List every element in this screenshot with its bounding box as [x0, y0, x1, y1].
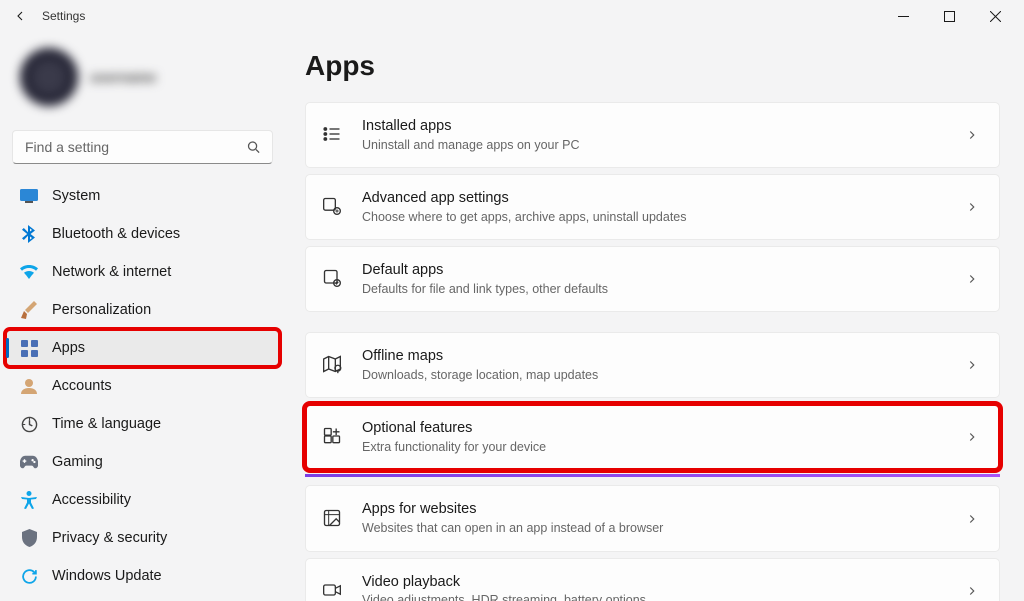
video-icon — [322, 580, 344, 601]
chevron-right-icon — [965, 200, 979, 214]
sidebar-item-accounts[interactable]: Accounts — [6, 368, 279, 404]
window-title: Settings — [42, 9, 85, 23]
card-subtitle: Extra functionality for your device — [362, 439, 965, 455]
sidebar-item-label: Time & language — [52, 416, 161, 432]
card-subtitle: Websites that can open in an app instead… — [362, 520, 965, 536]
chevron-right-icon — [965, 430, 979, 444]
card-title: Default apps — [362, 261, 965, 280]
card-subtitle: Downloads, storage location, map updates — [362, 367, 965, 383]
chevron-right-icon — [965, 358, 979, 372]
chevron-right-icon — [965, 584, 979, 598]
sidebar-item-update[interactable]: Windows Update — [6, 558, 279, 594]
card-title: Apps for websites — [362, 500, 965, 519]
websites-icon — [322, 508, 344, 530]
card-title: Installed apps — [362, 117, 965, 136]
highlight-underline — [305, 474, 1000, 477]
card-subtitle: Video adjustments, HDR streaming, batter… — [362, 592, 965, 601]
sidebar-item-label: Gaming — [52, 454, 103, 470]
sidebar-item-label: Windows Update — [52, 568, 162, 584]
sidebar-item-label: System — [52, 188, 100, 204]
sidebar-item-bluetooth[interactable]: Bluetooth & devices — [6, 216, 279, 252]
sidebar-item-label: Network & internet — [52, 264, 171, 280]
sidebar-item-system[interactable]: System — [6, 178, 279, 214]
title-bar: Settings — [0, 0, 1024, 32]
card-title: Offline maps — [362, 347, 965, 366]
sidebar-item-time[interactable]: Time & language — [6, 406, 279, 442]
clock-icon — [20, 415, 38, 433]
sidebar-item-label: Personalization — [52, 302, 151, 318]
card-offline-maps[interactable]: Offline maps Downloads, storage location… — [305, 332, 1000, 398]
optional-features-icon — [322, 426, 344, 448]
gaming-icon — [20, 453, 38, 471]
page-title: Apps — [305, 50, 1000, 82]
avatar — [20, 48, 78, 106]
bluetooth-icon — [20, 225, 38, 243]
card-apps-for-websites[interactable]: Apps for websites Websites that can open… — [305, 485, 1000, 551]
sidebar-item-apps[interactable]: Apps — [6, 330, 279, 366]
chevron-right-icon — [965, 128, 979, 142]
sidebar-item-label: Apps — [52, 340, 85, 356]
card-title: Advanced app settings — [362, 189, 965, 208]
sidebar-item-personalization[interactable]: Personalization — [6, 292, 279, 328]
card-subtitle: Uninstall and manage apps on your PC — [362, 137, 965, 153]
map-icon — [322, 354, 344, 376]
card-subtitle: Choose where to get apps, archive apps, … — [362, 209, 965, 225]
shield-icon — [20, 529, 38, 547]
search-icon — [246, 140, 261, 155]
close-button[interactable] — [972, 0, 1018, 32]
sidebar-item-label: Privacy & security — [52, 530, 167, 546]
apps-icon — [20, 339, 38, 357]
maximize-button[interactable] — [926, 0, 972, 32]
sidebar-item-gaming[interactable]: Gaming — [6, 444, 279, 480]
sidebar-item-label: Accessibility — [52, 492, 131, 508]
system-icon — [20, 187, 38, 205]
app-gear-icon — [322, 196, 344, 218]
card-default-apps[interactable]: Default apps Defaults for file and link … — [305, 246, 1000, 312]
chevron-right-icon — [965, 272, 979, 286]
sidebar: username System Bluetooth & devices Netw… — [0, 32, 285, 601]
sidebar-item-label: Accounts — [52, 378, 112, 394]
update-icon — [20, 567, 38, 585]
search-box[interactable] — [12, 130, 273, 164]
card-subtitle: Defaults for file and link types, other … — [362, 281, 965, 297]
profile-block[interactable]: username — [6, 40, 279, 124]
nav-list: System Bluetooth & devices Network & int… — [6, 178, 279, 594]
sidebar-item-network[interactable]: Network & internet — [6, 254, 279, 290]
chevron-right-icon — [965, 512, 979, 526]
card-title: Optional features — [362, 419, 965, 438]
list-icon — [322, 124, 344, 146]
wifi-icon — [20, 263, 38, 281]
close-icon — [990, 11, 1001, 22]
search-input[interactable] — [12, 130, 273, 164]
maximize-icon — [944, 11, 955, 22]
minimize-icon — [898, 11, 909, 22]
sidebar-item-privacy[interactable]: Privacy & security — [6, 520, 279, 556]
card-installed-apps[interactable]: Installed apps Uninstall and manage apps… — [305, 102, 1000, 168]
card-optional-features[interactable]: Optional features Extra functionality fo… — [305, 404, 1000, 470]
arrow-left-icon — [12, 8, 28, 24]
accounts-icon — [20, 377, 38, 395]
sidebar-item-accessibility[interactable]: Accessibility — [6, 482, 279, 518]
brush-icon — [20, 301, 38, 319]
back-button[interactable] — [6, 2, 34, 30]
sidebar-item-label: Bluetooth & devices — [52, 226, 180, 242]
card-title: Video playback — [362, 573, 965, 592]
accessibility-icon — [20, 491, 38, 509]
main-content: Apps Installed apps Uninstall and manage… — [285, 32, 1024, 601]
default-apps-icon — [322, 268, 344, 290]
minimize-button[interactable] — [880, 0, 926, 32]
card-video-playback[interactable]: Video playback Video adjustments, HDR st… — [305, 558, 1000, 601]
profile-name: username — [90, 69, 156, 85]
card-advanced-app-settings[interactable]: Advanced app settings Choose where to ge… — [305, 174, 1000, 240]
